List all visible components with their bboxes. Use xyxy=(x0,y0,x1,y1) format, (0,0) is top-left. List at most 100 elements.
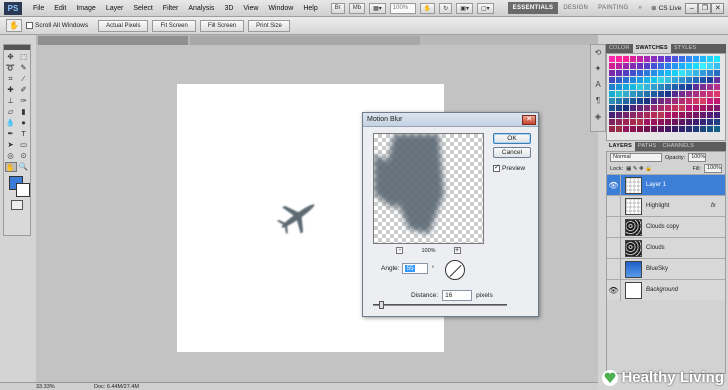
swatch[interactable] xyxy=(630,98,636,104)
swatch[interactable] xyxy=(686,56,692,62)
lock-icons[interactable]: ▦ ✎ ✥ 🔒 xyxy=(626,166,652,172)
visibility-eye-icon[interactable]: 👁 xyxy=(607,174,621,196)
swatch[interactable] xyxy=(658,112,664,118)
swatch[interactable] xyxy=(637,84,643,90)
swatch[interactable] xyxy=(700,112,706,118)
swatch[interactable] xyxy=(714,119,720,125)
brush-tool-icon[interactable]: ✐ xyxy=(18,85,30,95)
swatch[interactable] xyxy=(623,70,629,76)
hand-tool-button[interactable]: ✋ xyxy=(419,2,436,14)
swatch[interactable] xyxy=(686,119,692,125)
swatch[interactable] xyxy=(637,126,643,132)
swatch[interactable] xyxy=(707,63,713,69)
distance-slider-thumb[interactable] xyxy=(379,301,384,309)
swatch[interactable] xyxy=(651,70,657,76)
fill-screen-button[interactable]: Fill Screen xyxy=(199,19,245,32)
tab-layers[interactable]: LAYERS xyxy=(606,142,636,151)
swatch[interactable] xyxy=(714,91,720,97)
swatch[interactable] xyxy=(672,126,678,132)
angle-dial[interactable] xyxy=(445,260,465,280)
swatch[interactable] xyxy=(609,77,615,83)
swatch[interactable] xyxy=(623,84,629,90)
menu-layer[interactable]: Layer xyxy=(101,5,129,12)
swatch[interactable] xyxy=(672,98,678,104)
swatch[interactable] xyxy=(637,56,643,62)
swatch[interactable] xyxy=(679,112,685,118)
swatch[interactable] xyxy=(707,105,713,111)
swatch[interactable] xyxy=(714,84,720,90)
swatch[interactable] xyxy=(714,70,720,76)
swatch[interactable] xyxy=(693,84,699,90)
swatch[interactable] xyxy=(630,70,636,76)
menu-edit[interactable]: Edit xyxy=(49,5,71,12)
swatch[interactable] xyxy=(686,105,692,111)
menu-filter[interactable]: Filter xyxy=(158,5,184,12)
path-select-tool-icon[interactable]: ➤ xyxy=(5,140,17,150)
swatch[interactable] xyxy=(658,84,664,90)
swatch[interactable] xyxy=(665,126,671,132)
arrange-documents-button[interactable]: ▣▾ xyxy=(456,2,473,14)
actual-pixels-button[interactable]: Actual Pixels xyxy=(98,19,149,32)
close-icon[interactable]: ✕ xyxy=(522,115,536,125)
swatch[interactable] xyxy=(616,126,622,132)
swatch[interactable] xyxy=(630,84,636,90)
visibility-eye-icon[interactable]: 👁 xyxy=(607,279,621,301)
swatch[interactable] xyxy=(651,112,657,118)
ok-button[interactable]: OK xyxy=(493,133,531,144)
swatch[interactable] xyxy=(693,112,699,118)
swatch[interactable] xyxy=(630,91,636,97)
swatch[interactable] xyxy=(609,70,615,76)
swatch[interactable] xyxy=(637,112,643,118)
swatch[interactable] xyxy=(616,56,622,62)
swatch[interactable] xyxy=(679,70,685,76)
minibridge-button[interactable]: Mb xyxy=(348,2,366,14)
swatch[interactable] xyxy=(672,112,678,118)
visibility-eye-icon[interactable] xyxy=(607,216,621,238)
swatch[interactable] xyxy=(658,105,664,111)
swatch[interactable] xyxy=(700,63,706,69)
swatch[interactable] xyxy=(630,112,636,118)
tab-swatches[interactable]: SWATCHES xyxy=(632,44,671,53)
swatch[interactable] xyxy=(658,56,664,62)
background-color[interactable] xyxy=(16,183,30,197)
swatch[interactable] xyxy=(630,119,636,125)
layer-fx-icon[interactable]: fx xyxy=(711,203,725,209)
swatch[interactable] xyxy=(644,63,650,69)
distance-slider-track[interactable] xyxy=(373,304,507,306)
swatch[interactable] xyxy=(658,91,664,97)
swatch[interactable] xyxy=(700,105,706,111)
swatch[interactable] xyxy=(616,98,622,104)
history-icon[interactable]: ⟲ xyxy=(591,45,605,61)
swatch[interactable] xyxy=(616,63,622,69)
hand-tool-icon[interactable]: ✋ xyxy=(4,162,17,172)
swatch[interactable] xyxy=(630,56,636,62)
swatch[interactable] xyxy=(679,63,685,69)
character-icon[interactable]: A xyxy=(591,77,605,93)
swatch[interactable] xyxy=(609,56,615,62)
swatch[interactable] xyxy=(665,70,671,76)
filter-preview[interactable] xyxy=(373,133,484,244)
swatch[interactable] xyxy=(665,98,671,104)
swatch[interactable] xyxy=(616,84,622,90)
swatch[interactable] xyxy=(686,126,692,132)
swatch[interactable] xyxy=(637,77,643,83)
swatch[interactable] xyxy=(616,119,622,125)
tab-color[interactable]: COLOR xyxy=(606,44,633,53)
swatch[interactable] xyxy=(679,91,685,97)
swatch[interactable] xyxy=(707,56,713,62)
dodge-tool-icon[interactable]: ● xyxy=(18,118,30,128)
swatch[interactable] xyxy=(672,63,678,69)
restore-button[interactable]: ❐ xyxy=(698,2,712,14)
swatch[interactable] xyxy=(651,119,657,125)
document-tab-1[interactable] xyxy=(38,36,188,45)
screen-mode-button[interactable]: ▢▾ xyxy=(476,2,494,14)
swatch[interactable] xyxy=(693,91,699,97)
pen-tool-icon[interactable]: ✒ xyxy=(5,129,17,139)
swatch[interactable] xyxy=(658,63,664,69)
swatch[interactable] xyxy=(714,105,720,111)
swatch[interactable] xyxy=(672,105,678,111)
move-tool-icon[interactable]: ✥ xyxy=(5,52,17,62)
swatch[interactable] xyxy=(609,63,615,69)
swatch[interactable] xyxy=(623,112,629,118)
swatch[interactable] xyxy=(644,70,650,76)
